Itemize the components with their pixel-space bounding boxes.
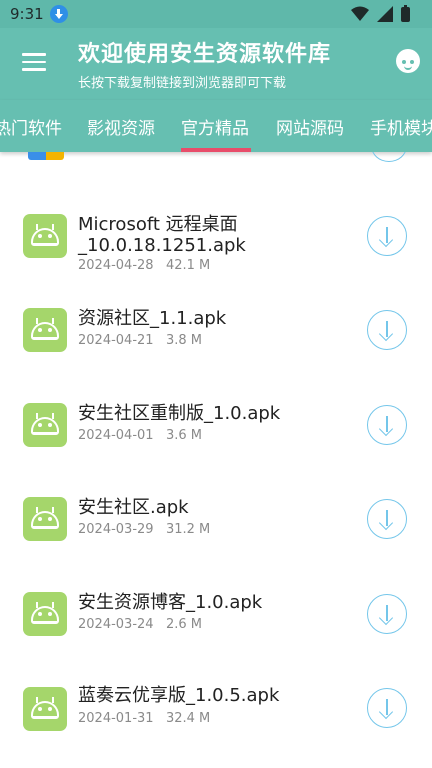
android-eye bbox=[38, 707, 42, 711]
download-icon[interactable] bbox=[367, 310, 407, 350]
face-mouth bbox=[404, 65, 412, 70]
file-name: 蓝奏云优享版_1.0.5.apk bbox=[78, 685, 280, 706]
app-title: 欢迎使用安生资源软件库 bbox=[78, 42, 332, 67]
battery-icon bbox=[401, 4, 410, 22]
file-row[interactable]: 安生社区重制版_1.0.apk 2024-04-01 3.6 M bbox=[0, 392, 432, 486]
android-head bbox=[31, 322, 59, 340]
download-icon[interactable] bbox=[367, 499, 407, 539]
download-icon[interactable] bbox=[367, 405, 407, 445]
android-eye bbox=[48, 517, 52, 521]
file-name: 安生社区.apk bbox=[78, 497, 189, 518]
android-icon bbox=[23, 592, 67, 636]
android-eye bbox=[48, 612, 52, 616]
file-name: 资源社区_1.1.apk bbox=[78, 308, 227, 329]
download-icon[interactable] bbox=[367, 688, 407, 728]
android-icon bbox=[23, 214, 67, 258]
download-button-partial[interactable] bbox=[371, 152, 407, 162]
file-row[interactable]: Microsoft 远程桌面_10.0.18.1251.apk 2024-04-… bbox=[0, 202, 432, 296]
android-eye bbox=[48, 328, 52, 332]
android-head bbox=[31, 417, 59, 435]
file-name: 安生资源博客_1.0.apk bbox=[78, 592, 263, 613]
face-eye-left bbox=[402, 60, 406, 64]
android-icon bbox=[23, 497, 67, 541]
wifi-icon bbox=[351, 6, 369, 21]
file-row[interactable]: 资源社区_1.1.apk 2024-04-21 3.8 M bbox=[0, 297, 432, 391]
android-head bbox=[31, 511, 59, 529]
file-meta: 2024-03-24 2.6 M bbox=[78, 617, 202, 632]
file-name: 安生社区重制版_1.0.apk bbox=[78, 403, 281, 424]
android-icon bbox=[23, 308, 67, 352]
tab-official-picks[interactable]: 官方精品 bbox=[181, 114, 249, 139]
download-icon[interactable] bbox=[367, 594, 407, 634]
android-eye bbox=[48, 707, 52, 711]
android-eye bbox=[38, 423, 42, 427]
file-meta: 2024-01-31 32.4 M bbox=[78, 711, 211, 726]
download-notification-icon bbox=[50, 5, 68, 23]
android-eye bbox=[38, 328, 42, 332]
file-list: Microsoft 远程桌面_10.0.18.1251.apk 2024-04-… bbox=[0, 152, 432, 768]
signal-icon bbox=[377, 6, 393, 22]
android-eye bbox=[38, 517, 42, 521]
status-bar: 9:31 bbox=[0, 0, 432, 28]
file-name: Microsoft 远程桌面_10.0.18.1251.apk bbox=[78, 214, 246, 256]
app-subtitle: 长按下载复制链接到浏览器即可下载 bbox=[78, 76, 287, 91]
tab-website-source[interactable]: 网站源码 bbox=[276, 114, 344, 139]
status-time: 9:31 bbox=[10, 5, 44, 23]
file-meta: 2024-03-29 31.2 M bbox=[78, 522, 211, 537]
download-icon[interactable] bbox=[367, 216, 407, 256]
android-head bbox=[31, 701, 59, 719]
android-eye bbox=[48, 234, 52, 238]
status-icons bbox=[351, 4, 410, 22]
menu-icon[interactable] bbox=[22, 53, 46, 73]
face-icon[interactable] bbox=[396, 49, 420, 73]
app-icon-partial bbox=[28, 152, 64, 160]
android-head bbox=[31, 606, 59, 624]
file-meta: 2024-04-21 3.8 M bbox=[78, 333, 202, 348]
tab-hot-software[interactable]: 热门软件 bbox=[0, 114, 62, 139]
android-icon bbox=[23, 687, 67, 731]
android-eye bbox=[48, 423, 52, 427]
android-eye bbox=[38, 612, 42, 616]
app-bar: 欢迎使用安生资源软件库 长按下载复制链接到浏览器即可下载 bbox=[0, 28, 432, 100]
category-tabs: 热门软件 影视资源 官方精品 网站源码 手机模块 bbox=[0, 100, 432, 152]
tab-video-resources[interactable]: 影视资源 bbox=[87, 114, 155, 139]
face-eye-right bbox=[410, 60, 414, 64]
file-row[interactable]: 安生社区.apk 2024-03-29 31.2 M bbox=[0, 487, 432, 581]
tab-phone-modules[interactable]: 手机模块 bbox=[370, 114, 432, 139]
file-meta: 2024-04-28 42.1 M bbox=[78, 258, 211, 273]
file-meta: 2024-04-01 3.6 M bbox=[78, 428, 202, 443]
android-eye bbox=[38, 234, 42, 238]
file-row[interactable]: 蓝奏云优享版_1.0.5.apk 2024-01-31 32.4 M bbox=[0, 677, 432, 768]
file-row[interactable]: 安生资源博客_1.0.apk 2024-03-24 2.6 M bbox=[0, 582, 432, 676]
android-head bbox=[31, 228, 59, 246]
partial-list-item bbox=[0, 152, 432, 164]
android-icon bbox=[23, 403, 67, 447]
